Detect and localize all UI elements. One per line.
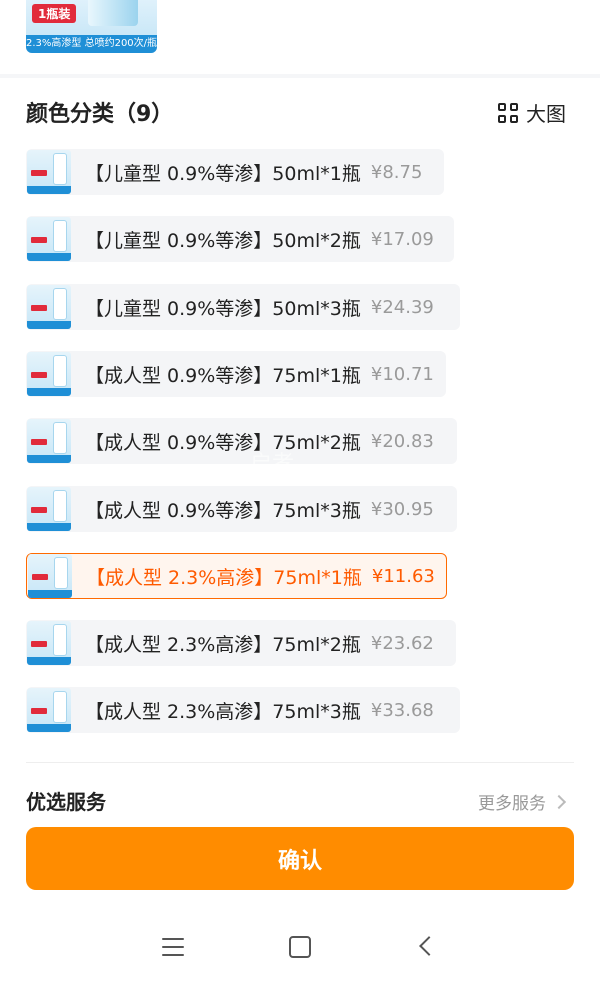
option-price: ¥11.63 (371, 565, 435, 587)
option-price: ¥20.83 (370, 430, 434, 452)
menu-icon[interactable] (162, 938, 184, 956)
option-label: 【儿童型 0.9%等渗】50ml*1瓶 (85, 162, 361, 185)
option-label: 【成人型 0.9%等渗】75ml*2瓶 (85, 431, 361, 454)
option-price: ¥33.68 (370, 699, 434, 721)
option-item[interactable]: 【成人型 0.9%等渗】75ml*1瓶 ¥10.71 (26, 351, 446, 397)
option-thumbnail (27, 352, 71, 396)
option-label: 【成人型 2.3%高渗】75ml*1瓶 (86, 566, 362, 589)
section-separator (0, 74, 600, 78)
confirm-button[interactable]: 确认 (26, 827, 574, 890)
option-price: ¥17.09 (370, 228, 434, 250)
option-price: ¥24.39 (370, 296, 434, 318)
option-thumbnail (27, 487, 71, 531)
divider (26, 762, 574, 763)
option-price: ¥10.71 (370, 363, 434, 385)
product-bottle-image (88, 0, 138, 26)
option-thumbnail (28, 554, 72, 598)
option-item[interactable]: 【成人型 0.9%等渗】75ml*2瓶 ¥20.83 (26, 418, 457, 464)
option-price: ¥30.95 (370, 498, 434, 520)
home-icon[interactable] (289, 936, 311, 958)
more-services-label: 更多服务 (478, 794, 546, 814)
pack-badge: 1瓶装 (32, 4, 77, 23)
option-thumbnail (27, 285, 71, 329)
option-item[interactable]: 【成人型 2.3%高渗】75ml*1瓶 ¥11.63 (26, 553, 447, 599)
option-item[interactable]: 【儿童型 0.9%等渗】50ml*3瓶 ¥24.39 (26, 284, 460, 330)
option-label: 【成人型 0.9%等渗】75ml*3瓶 (85, 499, 361, 522)
option-label: 【成人型 2.3%高渗】75ml*3瓶 (85, 700, 361, 723)
option-label: 【成人型 2.3%高渗】75ml*2瓶 (85, 633, 361, 656)
option-price: ¥23.62 (370, 632, 434, 654)
option-price: ¥8.75 (370, 161, 423, 183)
option-thumbnail (27, 419, 71, 463)
chevron-right-icon (551, 794, 567, 809)
color-category-title: 颜色分类（9） (26, 102, 174, 127)
thumbnail-caption: 2.3%高渗型 总喷约200次/瓶 (26, 35, 157, 53)
option-item[interactable]: 【儿童型 0.9%等渗】50ml*1瓶 ¥8.75 (26, 149, 444, 195)
big-view-label: 大图 (526, 102, 566, 126)
system-nav-bar (0, 912, 600, 984)
option-thumbnail (27, 150, 71, 194)
option-item[interactable]: 【儿童型 0.9%等渗】50ml*2瓶 ¥17.09 (26, 216, 454, 262)
color-category-header: 颜色分类（9） 大图 (26, 96, 566, 128)
more-services-link[interactable]: 更多服务 (478, 789, 567, 814)
option-thumbnail (27, 621, 71, 665)
option-thumbnail (27, 688, 71, 732)
option-item[interactable]: 【成人型 2.3%高渗】75ml*2瓶 ¥23.62 (26, 620, 456, 666)
option-label: 【儿童型 0.9%等渗】50ml*2瓶 (85, 229, 361, 252)
back-icon[interactable] (419, 936, 439, 956)
option-item[interactable]: 【成人型 0.9%等渗】75ml*3瓶 ¥30.95 (26, 486, 457, 532)
option-label: 【成人型 0.9%等渗】75ml*1瓶 (85, 364, 361, 387)
option-thumbnail (27, 217, 71, 261)
top-product-thumbnail[interactable]: 1瓶装 2.3%高渗型 总喷约200次/瓶 (26, 0, 157, 53)
option-label: 【儿童型 0.9%等渗】50ml*3瓶 (85, 297, 361, 320)
big-view-toggle[interactable]: 大图 (498, 98, 566, 127)
services-title: 优选服务 (26, 790, 106, 814)
option-item[interactable]: 【成人型 2.3%高渗】75ml*3瓶 ¥33.68 (26, 687, 460, 733)
grid-icon (498, 102, 518, 123)
